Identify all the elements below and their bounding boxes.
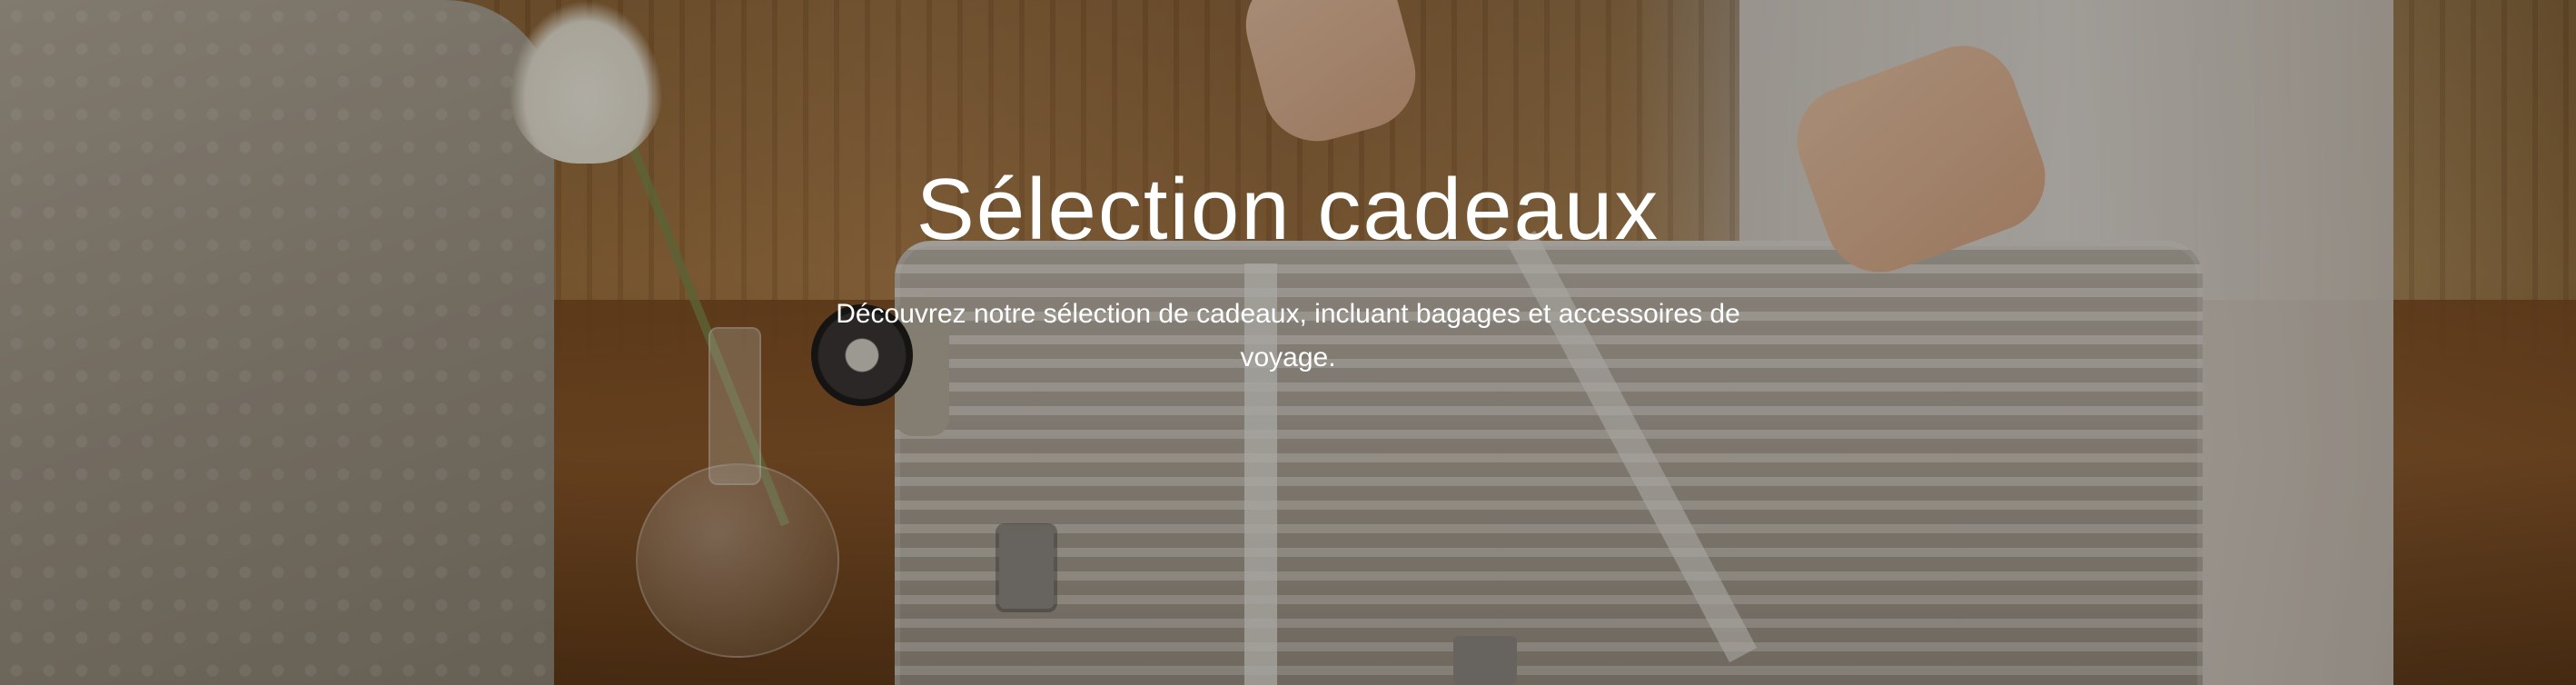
hero-description: Découvrez notre sélection de cadeaux, in…	[836, 299, 1740, 372]
gift-selection-hero: Sélection cadeaux Découvrez notre sélect…	[0, 0, 2576, 685]
hero-content: Sélection cadeaux Découvrez notre sélect…	[0, 0, 2576, 685]
hero-title: Sélection cadeaux	[916, 161, 1660, 258]
